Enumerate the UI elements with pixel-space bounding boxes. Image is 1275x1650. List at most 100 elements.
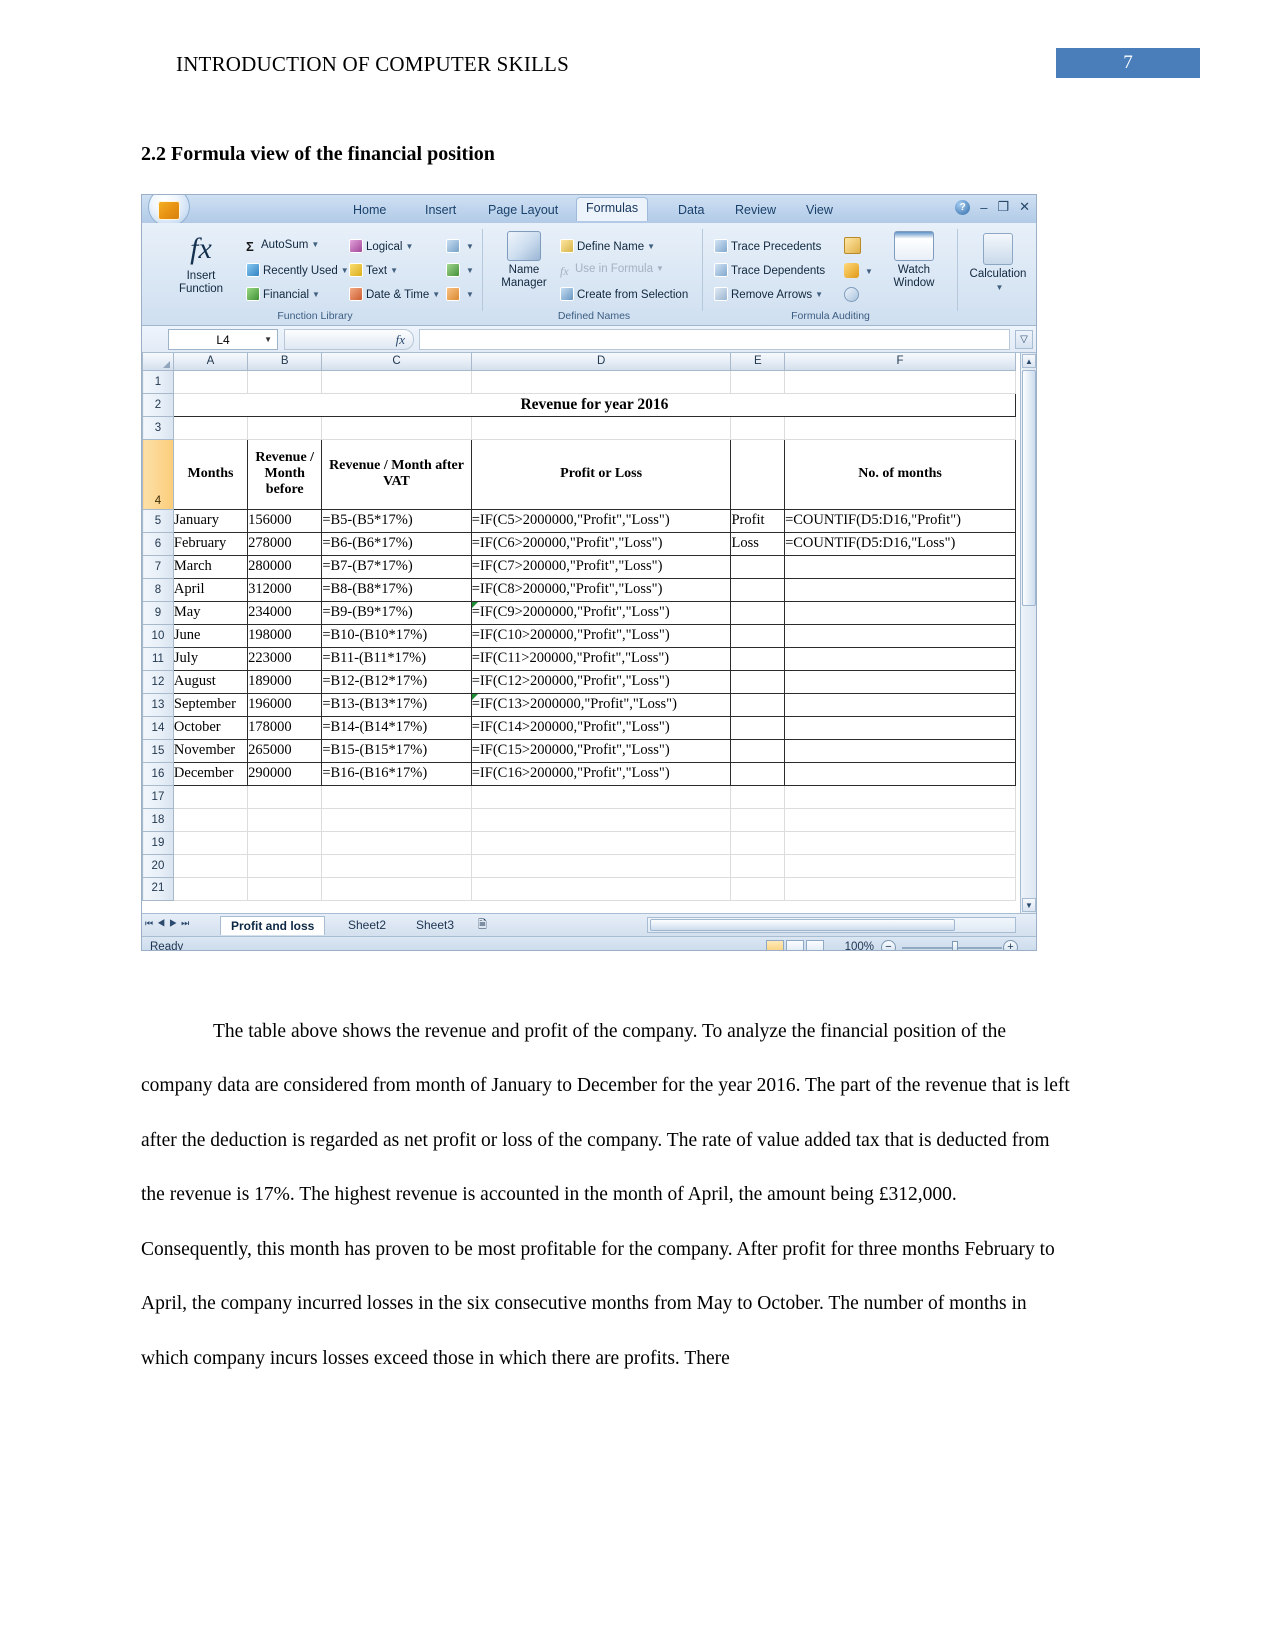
chevron-down-icon[interactable]: ▼ [264,335,272,344]
cell-header-profit-or-loss[interactable]: Profit or Loss [470,438,732,510]
cell-d20[interactable] [470,853,732,878]
logical-button[interactable]: Logical ▼ [349,239,413,253]
cell-b8[interactable]: 312000 [247,577,323,602]
restore-icon[interactable]: ❐ [997,199,1009,215]
text-button[interactable]: Text ▼ [349,263,398,277]
tab-home[interactable]: Home [344,200,395,221]
cell-d19[interactable] [470,830,732,855]
sheet-nav-arrows-icon[interactable]: ⏮◀▶⏭ [145,918,193,929]
cell-b17[interactable] [247,784,323,809]
row-header-5[interactable]: 5 [142,508,174,533]
help-icon[interactable]: ? [955,199,971,215]
cell-f9[interactable] [784,600,1016,625]
cell-b21[interactable] [247,876,323,901]
cell-c7[interactable]: =B7-(B7*17%) [321,554,472,579]
cell-a15[interactable]: November [172,738,249,763]
cell-c1[interactable] [321,369,472,394]
cell-e10[interactable] [730,623,786,648]
cell-d10[interactable]: =IF(C10>200000,"Profit","Loss") [470,623,732,648]
cell-b19[interactable] [247,830,323,855]
formula-bar-buttons[interactable]: fx [284,329,414,350]
cell-e17[interactable] [730,784,786,809]
cell-a5[interactable]: January [172,508,249,533]
row-header-19[interactable]: 19 [142,830,174,855]
cell-a18[interactable] [172,807,249,832]
sheet-tab-sheet2[interactable]: Sheet2 [338,916,396,935]
show-formulas-button[interactable] [844,237,864,254]
recently-used-button[interactable]: Recently Used ▼ [246,263,349,277]
cell-d11[interactable]: =IF(C11>200000,"Profit","Loss") [470,646,732,671]
row-header-10[interactable]: 10 [142,623,174,648]
tab-formulas[interactable]: Formulas [576,197,649,221]
autosum-button[interactable]: Σ AutoSum ▼ [246,239,319,254]
cell-c11[interactable]: =B11-(B11*17%) [321,646,472,671]
cell-c21[interactable] [321,876,472,901]
horizontal-scrollbar[interactable] [647,917,1016,933]
use-in-formula-button[interactable]: fx Use in Formula ▼ [560,263,664,278]
error-checking-button[interactable]: ▼ [844,263,873,278]
cell-a19[interactable] [172,830,249,855]
cell-a17[interactable] [172,784,249,809]
cell-header-revenue-before[interactable]: Revenue / Month before [247,438,323,510]
sheet-tab-profit-and-loss[interactable]: Profit and loss [220,916,326,935]
cell-c10[interactable]: =B10-(B10*17%) [321,623,472,648]
cell-e18[interactable] [730,807,786,832]
cell-b16[interactable]: 290000 [247,761,323,786]
cell-c8[interactable]: =B8-(B8*17%) [321,577,472,602]
cell-b11[interactable]: 223000 [247,646,323,671]
cell-c6[interactable]: =B6-(B6*17%) [321,531,472,556]
cell-a14[interactable]: October [172,715,249,740]
name-box[interactable]: L4 ▼ [168,329,278,350]
cell-b5[interactable]: 156000 [247,508,323,533]
tab-insert[interactable]: Insert [416,200,465,221]
cell-f13[interactable] [784,692,1016,717]
cell-d21[interactable] [470,876,732,901]
cell-c12[interactable]: =B12-(B12*17%) [321,669,472,694]
zoom-slider-handle[interactable] [952,941,958,950]
cell-c16[interactable]: =B16-(B16*17%) [321,761,472,786]
cell-header-months[interactable]: Months [172,438,249,510]
row-header-8[interactable]: 8 [142,577,174,602]
insert-function-button[interactable]: fx Insert Function [164,231,238,296]
vertical-scroll-thumb[interactable] [1022,370,1036,606]
cell-e14[interactable] [730,715,786,740]
horizontal-scroll-thumb[interactable] [650,919,955,931]
cell-a11[interactable]: July [172,646,249,671]
row-header-1[interactable]: 1 [142,369,174,394]
tab-review[interactable]: Review [726,200,785,221]
cell-e7[interactable] [730,554,786,579]
cell-e20[interactable] [730,853,786,878]
row-header-11[interactable]: 11 [142,646,174,671]
cell-e16[interactable] [730,761,786,786]
cell-a8[interactable]: April [172,577,249,602]
row-header-14[interactable]: 14 [142,715,174,740]
formula-input[interactable] [419,329,1010,350]
cell-c14[interactable]: =B14-(B14*17%) [321,715,472,740]
row-header-13[interactable]: 13 [142,692,174,717]
cell-d15[interactable]: =IF(C15>200000,"Profit","Loss") [470,738,732,763]
zoom-in-button[interactable]: + [1003,940,1018,950]
cell-d7[interactable]: =IF(C7>200000,"Profit","Loss") [470,554,732,579]
trace-precedents-button[interactable]: Trace Precedents [714,239,821,253]
cell-f1[interactable] [784,369,1016,394]
cell-f7[interactable] [784,554,1016,579]
row-header-12[interactable]: 12 [142,669,174,694]
row-header-20[interactable]: 20 [142,853,174,878]
cell-f17[interactable] [784,784,1016,809]
zoom-level[interactable]: 100% [845,941,874,950]
cell-d3[interactable] [470,415,732,440]
cell-c20[interactable] [321,853,472,878]
cell-c9[interactable]: =B9-(B9*17%) [321,600,472,625]
cell-b6[interactable]: 278000 [247,531,323,556]
calculation-options-button[interactable]: Calculation ▼ [964,233,1032,294]
tab-page-layout[interactable]: Page Layout [479,200,567,221]
math-trig-button[interactable]: ▼ [446,263,474,277]
row-header-7[interactable]: 7 [142,554,174,579]
column-header-e[interactable]: E [730,353,786,371]
cell-f16[interactable] [784,761,1016,786]
cell-c19[interactable] [321,830,472,855]
cell-b3[interactable] [247,415,323,440]
define-name-button[interactable]: Define Name ▼ [560,239,655,253]
cell-b13[interactable]: 196000 [247,692,323,717]
cell-d9[interactable]: =IF(C9>2000000,"Profit","Loss") [470,600,732,625]
